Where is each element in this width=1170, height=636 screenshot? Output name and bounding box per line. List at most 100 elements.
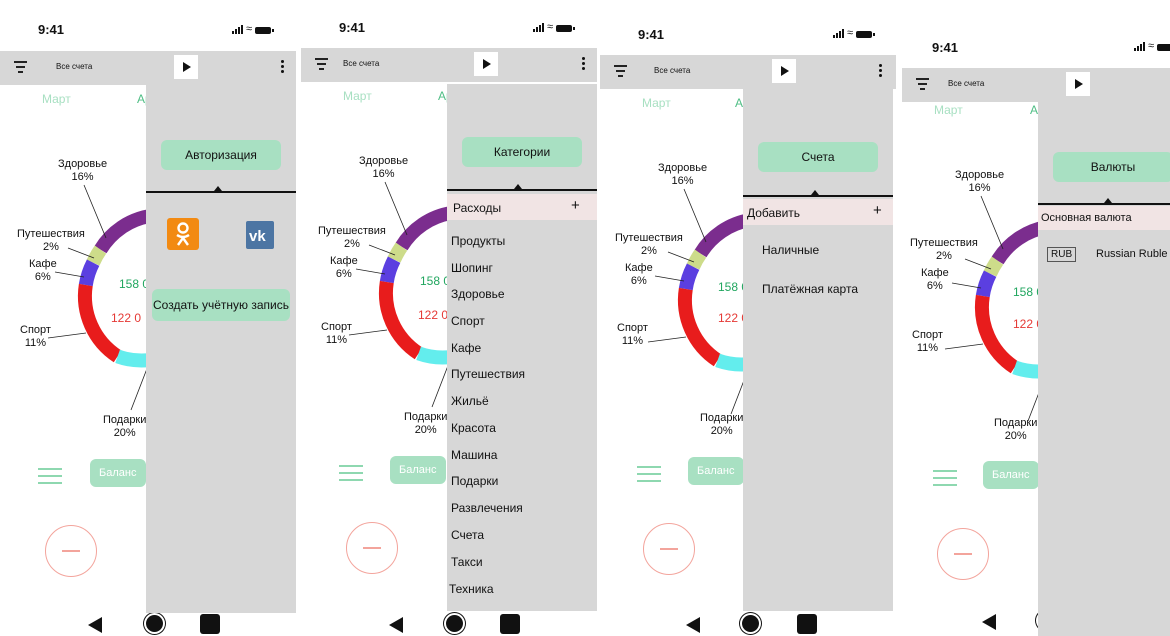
label-gifts: Подарки 20% [994, 417, 1038, 442]
section-title: Основная валюта [1041, 212, 1132, 224]
account-type-item[interactable]: Наличные [762, 243, 819, 257]
menu-icon[interactable] [38, 468, 62, 489]
nav-bar [600, 611, 896, 636]
currency-name[interactable]: Russian Ruble [1096, 248, 1168, 260]
label-cafe: Кафе 6% [330, 255, 358, 280]
balance-button[interactable]: Баланс [90, 459, 146, 487]
add-expense-button[interactable] [643, 523, 695, 575]
label-travel: Путешествия 2% [615, 232, 683, 257]
menu-icon[interactable] [637, 466, 661, 487]
category-item[interactable]: Спорт [451, 314, 485, 328]
drawer-title-button[interactable]: Валюты [1053, 152, 1170, 182]
back-icon[interactable] [686, 617, 700, 633]
expenses-section-header[interactable]: Расходы + [447, 194, 597, 220]
phone-screen-accounts: 9:41 ≈ Все счета Март Ap Здоровье16% Пут… [600, 0, 896, 636]
back-icon[interactable] [982, 614, 996, 630]
add-account-section-header[interactable]: Добавить + [743, 199, 893, 225]
label-cafe: Кафе 6% [625, 262, 653, 287]
label-cafe: Кафе 6% [29, 258, 57, 283]
label-health: Здоровье 16% [58, 158, 108, 183]
segment-travel [387, 242, 408, 263]
segment-travel [983, 256, 1004, 277]
caret-up-icon [1104, 198, 1112, 203]
vk-icon[interactable]: vk [246, 221, 274, 249]
category-item[interactable]: Шопинг [451, 261, 493, 275]
account-type-item[interactable]: Платёжная карта [762, 282, 858, 296]
category-item[interactable]: Жильё [451, 394, 489, 408]
balance-button[interactable]: Баланс [390, 456, 446, 484]
label-travel: Путешествия 2% [318, 225, 386, 250]
label-cafe: Кафе 6% [921, 267, 949, 292]
divider [743, 195, 893, 197]
category-item[interactable]: Развлечения [451, 501, 523, 515]
category-item[interactable]: Такси [451, 555, 483, 569]
drawer-title-button[interactable]: Категории [462, 137, 582, 167]
phone-screen-categories: 9:41 ≈ Все счета Март Ap Здоровье 16% Пут… [301, 0, 597, 636]
segment-sport [974, 294, 1019, 374]
segment-sport [677, 287, 722, 367]
category-item[interactable]: Счета [451, 528, 484, 542]
segment-cafe [379, 256, 401, 284]
label-travel: Путешествия 2% [910, 237, 978, 262]
expense-amount: 122 0 [111, 311, 142, 325]
add-expense-button[interactable] [346, 522, 398, 574]
create-account-button[interactable]: Создать учётную запись [152, 289, 290, 321]
add-expense-button[interactable] [937, 528, 989, 580]
category-item[interactable]: Красота [451, 421, 496, 435]
category-item[interactable]: Кафе [451, 341, 481, 355]
category-item[interactable]: Подарки [451, 474, 498, 488]
category-item[interactable]: Продукты [451, 234, 505, 248]
add-expense-button[interactable] [45, 525, 97, 577]
drawer-panel: Валюты Основная валюта RUB Russian Ruble [1038, 102, 1170, 636]
segment-cafe [678, 263, 700, 291]
divider [1038, 203, 1170, 205]
label-health: Здоровье 16% [658, 162, 708, 187]
svg-text:vk: vk [249, 228, 266, 245]
label-sport: Спорт 11% [321, 321, 352, 346]
category-item[interactable]: Путешествия [451, 367, 525, 381]
label-health: Здоровье 16% [359, 155, 409, 180]
drawer-title-button[interactable]: Счета [758, 142, 878, 172]
label-travel: Путешествия 2% [17, 228, 85, 253]
caret-up-icon [811, 190, 819, 195]
home-icon[interactable] [742, 615, 759, 632]
label-sport: Спорт 11% [912, 329, 943, 354]
nav-bar [301, 611, 597, 636]
phone-screen-auth: 9:41 ≈ Все счета Март Ap Здоровье 16% Пут… [0, 0, 296, 636]
section-title: Расходы [453, 201, 502, 215]
drawer-panel: Авторизация vk Создать учётную запись [146, 85, 296, 613]
home-icon[interactable] [446, 615, 463, 632]
category-item[interactable]: Техника [449, 582, 494, 596]
label-gifts: Подарки 20% [103, 414, 147, 439]
label-sport: Спорт 11% [617, 322, 648, 347]
balance-button[interactable]: Баланс [688, 457, 744, 485]
category-item[interactable]: Здоровье [451, 287, 505, 301]
recent-apps-icon[interactable] [500, 614, 520, 634]
label-gifts: Подарки 20% [404, 411, 448, 436]
segment-travel [86, 245, 107, 266]
caret-up-icon [514, 184, 522, 189]
recent-apps-icon[interactable] [797, 614, 817, 634]
divider [146, 191, 296, 193]
label-gifts: Подарки 20% [700, 412, 744, 437]
segment-health [395, 206, 453, 251]
drawer-panel: Счета Добавить + Наличные Платёжная карт… [743, 89, 893, 611]
label-health: Здоровье 16% [955, 169, 1005, 194]
add-account-icon[interactable]: + [873, 202, 882, 219]
odnoklassniki-icon[interactable] [167, 218, 199, 250]
home-icon[interactable] [146, 615, 163, 632]
phone-screen-currencies: 9:41 ≈ Все счета Март Ap Здоровье16% Пут… [902, 0, 1170, 636]
add-category-icon[interactable]: + [571, 197, 580, 214]
label-sport: Спорт 11% [20, 324, 51, 349]
back-icon[interactable] [88, 617, 102, 633]
drawer-title-button[interactable]: Авторизация [161, 140, 281, 170]
recent-apps-icon[interactable] [200, 614, 220, 634]
section-title: Добавить [747, 206, 801, 220]
category-item[interactable]: Машина [451, 448, 497, 462]
segment-cafe [78, 259, 100, 287]
back-icon[interactable] [389, 617, 403, 633]
segment-health [94, 209, 152, 254]
balance-button[interactable]: Баланс [983, 461, 1039, 489]
menu-icon[interactable] [933, 470, 957, 491]
menu-icon[interactable] [339, 465, 363, 486]
